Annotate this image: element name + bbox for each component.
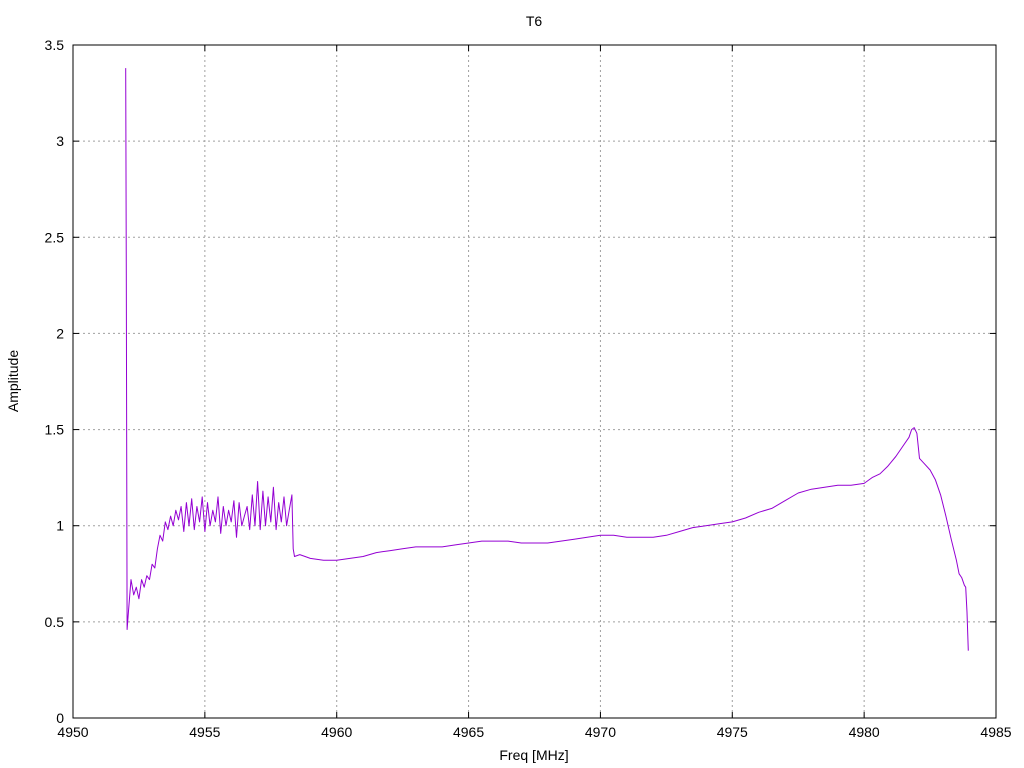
x-tick-label: 4965 bbox=[453, 724, 484, 740]
series-line bbox=[125, 68, 969, 651]
x-tick-label: 4950 bbox=[57, 724, 88, 740]
x-axis-label: Freq [MHz] bbox=[499, 747, 568, 763]
grid-layer bbox=[73, 45, 996, 718]
y-tick-label: 1 bbox=[56, 518, 64, 534]
series-layer bbox=[125, 68, 969, 651]
y-tick-label: 3 bbox=[56, 133, 64, 149]
x-tick-label: 4975 bbox=[717, 724, 748, 740]
y-tick-label: 3.5 bbox=[45, 37, 65, 53]
x-tick-label: 4955 bbox=[189, 724, 220, 740]
x-tick-label: 4960 bbox=[321, 724, 352, 740]
x-tick-label: 4980 bbox=[849, 724, 880, 740]
y-tick-label: 1.5 bbox=[45, 422, 65, 438]
y-axis-label: Amplitude bbox=[5, 350, 21, 412]
chart: 4950 4955 4960 4965 4970 4975 4980 4985 0 0.5 1 1.5… bbox=[5, 13, 1012, 763]
x-tick-label: 4970 bbox=[585, 724, 616, 740]
plot-frame bbox=[72, 44, 997, 719]
y-tick-label: 0.5 bbox=[45, 614, 65, 630]
y-tick-label: 0 bbox=[56, 710, 64, 726]
x-tick-label: 4985 bbox=[980, 724, 1011, 740]
chart-title: T6 bbox=[526, 13, 543, 29]
tick-layer bbox=[72, 44, 997, 719]
y-tick-label: 2 bbox=[56, 325, 64, 341]
y-tick-label: 2.5 bbox=[45, 229, 65, 245]
label-layer: 4950 4955 4960 4965 4970 4975 4980 4985 0 0.5 1 1.5… bbox=[45, 37, 1012, 740]
